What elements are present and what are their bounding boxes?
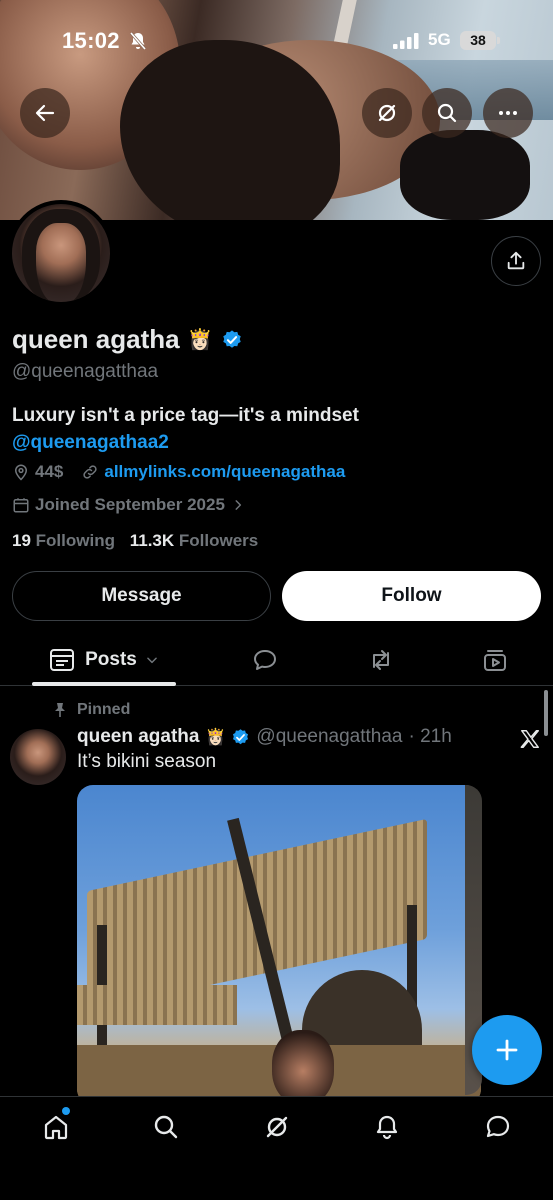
share-icon [507, 251, 525, 270]
tab-reposts[interactable] [356, 634, 406, 686]
pinned-label-row: Pinned [52, 701, 130, 719]
post-header: queen agatha 👸🏻 @queenagatthaa · 21h [77, 726, 452, 748]
message-button[interactable]: Message [12, 571, 271, 621]
post-media-image[interactable] [77, 785, 481, 1105]
bio-mention-link[interactable]: @queenagathaa2 [12, 429, 359, 456]
post-author-avatar[interactable] [10, 729, 66, 785]
bottom-nav [0, 1096, 553, 1200]
joined-date: Joined September 2025 [35, 495, 225, 514]
status-time: 15:02 [62, 28, 120, 53]
profile-handle: @queenagatthaa [12, 361, 159, 382]
profile-avatar[interactable] [8, 200, 114, 306]
scrollbar[interactable] [544, 690, 548, 736]
nav-home[interactable] [26, 1111, 86, 1143]
location-icon [14, 464, 28, 481]
tab-posts[interactable]: Posts [32, 634, 176, 686]
tab-active-indicator [32, 682, 176, 686]
media-icon [484, 650, 506, 671]
status-bar: 15:02 5G 38 [0, 0, 553, 80]
crown-emoji-icon: 👸🏻 [205, 729, 226, 746]
x-logo-icon[interactable] [519, 728, 541, 750]
posts-icon [50, 649, 75, 671]
crown-emoji-icon: 👸🏻 [187, 329, 213, 351]
network-type: 5G [428, 30, 451, 49]
plus-icon [496, 1039, 518, 1061]
link-icon [83, 465, 98, 479]
profile-bio: Luxury isn't a price tag—it's a mindset … [12, 402, 359, 456]
bell-muted-icon [129, 32, 147, 50]
profile-name-row: queen agatha 👸🏻 [12, 324, 243, 355]
verified-badge-icon[interactable] [221, 329, 243, 351]
tab-media[interactable] [470, 634, 520, 686]
follow-button[interactable]: Follow [282, 571, 541, 621]
profile-tabs: Posts [0, 634, 553, 686]
post-author-name[interactable]: queen agatha [77, 726, 199, 748]
followers-stat[interactable]: 11.3K Followers [130, 531, 259, 550]
chevron-right-icon [235, 500, 241, 510]
nav-messages[interactable] [468, 1111, 528, 1143]
tab-posts-label: Posts [85, 649, 137, 670]
followers-label: Followers [178, 531, 259, 550]
following-stat[interactable]: 19 Following [12, 531, 115, 550]
arrow-left-icon [35, 104, 55, 122]
tab-replies[interactable] [240, 634, 290, 686]
search-icon [437, 103, 457, 123]
nav-search[interactable] [136, 1111, 196, 1143]
grok-icon [378, 104, 396, 122]
more-button[interactable] [483, 88, 533, 138]
followers-count: 11.3K [129, 531, 175, 550]
more-icon [499, 111, 517, 115]
battery-level: 38 [470, 32, 486, 48]
profile-meta: 44$ allmylinks.com/queenagathaa [12, 462, 345, 482]
post-text: It’s bikini season [77, 751, 217, 772]
bell-icon [376, 1115, 398, 1140]
battery-icon: 38 [460, 31, 500, 50]
nav-notifications[interactable] [357, 1111, 417, 1143]
profile-name: queen agatha [12, 324, 180, 354]
profile-location: 44$ [35, 462, 64, 481]
chat-icon [486, 1115, 510, 1138]
following-label: Following [35, 531, 115, 550]
share-button[interactable] [491, 236, 541, 286]
profile-joined[interactable]: Joined September 2025 [12, 495, 250, 515]
chevron-down-icon [147, 657, 157, 664]
pinned-label: Pinned [77, 701, 131, 718]
repost-icon [373, 650, 389, 670]
reply-icon [254, 650, 276, 670]
home-notification-dot [62, 1107, 70, 1115]
pin-icon [55, 703, 65, 717]
bio-text: Luxury isn't a price tag—it's a mindset [12, 405, 359, 426]
compose-post-button[interactable] [472, 1015, 542, 1085]
profile-stats: 19 Following 11.3K Followers [12, 531, 258, 551]
following-count: 19 [12, 531, 31, 550]
nav-grok[interactable] [247, 1111, 307, 1143]
search-icon [154, 1115, 178, 1139]
search-button[interactable] [422, 88, 472, 138]
profile-website-link[interactable]: allmylinks.com/queenagathaa [104, 462, 345, 482]
signal-icon [393, 33, 419, 49]
verified-badge-icon [233, 728, 249, 744]
calendar-icon [13, 498, 29, 513]
home-icon [44, 1115, 68, 1140]
grok-icon [266, 1116, 288, 1138]
grok-button[interactable] [362, 88, 412, 138]
post-author-handle: @queenagatthaa [256, 726, 403, 747]
back-button[interactable] [20, 88, 70, 138]
post-time: · 21h [408, 726, 452, 747]
